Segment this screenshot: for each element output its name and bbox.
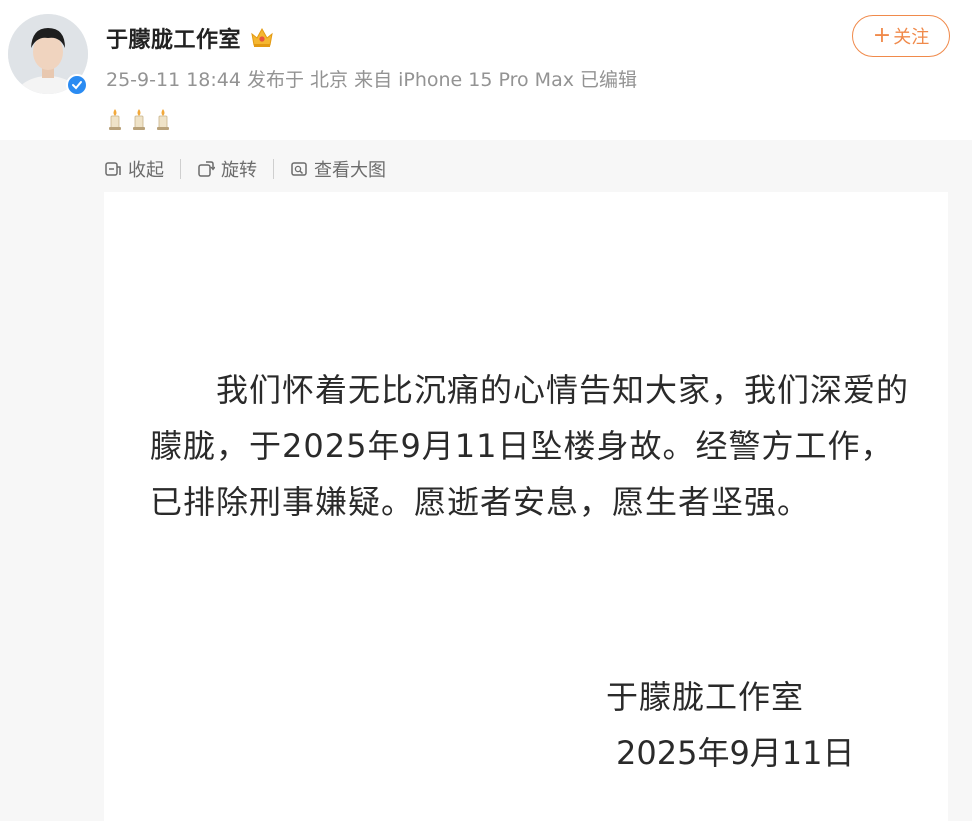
view-large-button[interactable]: 查看大图 bbox=[290, 156, 386, 182]
notice-date: 2025年9月11日 bbox=[616, 734, 855, 772]
candle-icon bbox=[109, 109, 121, 130]
view-large-icon bbox=[291, 162, 307, 176]
plus-icon: + bbox=[872, 23, 892, 48]
notice-signature: 于朦胧工作室 bbox=[606, 678, 805, 716]
verified-icon bbox=[66, 74, 88, 96]
collapse-label: 收起 bbox=[128, 160, 164, 181]
notice-image[interactable]: 我们怀着无比沉痛的心情告知大家，我们深爱的朦胧，于2025年9月11日坠楼身故。… bbox=[104, 192, 948, 821]
candle-icon bbox=[157, 109, 169, 130]
username[interactable]: 于朦胧工作室 bbox=[106, 22, 241, 54]
collapse-icon bbox=[105, 162, 121, 176]
view-large-label: 查看大图 bbox=[314, 160, 386, 181]
candle-emojis bbox=[106, 107, 172, 131]
collapse-button[interactable]: 收起 bbox=[104, 156, 164, 182]
crown-icon bbox=[251, 27, 273, 47]
toolbar-divider bbox=[273, 159, 274, 179]
candle-icon bbox=[133, 109, 145, 130]
image-toolbar: 收起 旋转 查看大图 bbox=[104, 156, 386, 182]
post-meta: 25-9-11 18:44 发布于 北京 来自 iPhone 15 Pro Ma… bbox=[106, 69, 637, 91]
weibo-post: 于朦胧工作室 25-9-11 18:44 发布于 北京 来自 iPhone 15… bbox=[0, 0, 972, 821]
notice-body: 我们怀着无比沉痛的心情告知大家，我们深爱的朦胧，于2025年9月11日坠楼身故。… bbox=[150, 371, 910, 521]
rotate-icon bbox=[198, 161, 215, 177]
rotate-button[interactable]: 旋转 bbox=[197, 156, 257, 182]
follow-label: 关注 bbox=[893, 27, 930, 48]
rotate-label: 旋转 bbox=[221, 160, 257, 181]
toolbar-divider bbox=[180, 159, 181, 179]
follow-button[interactable]: + 关注 bbox=[852, 15, 950, 57]
